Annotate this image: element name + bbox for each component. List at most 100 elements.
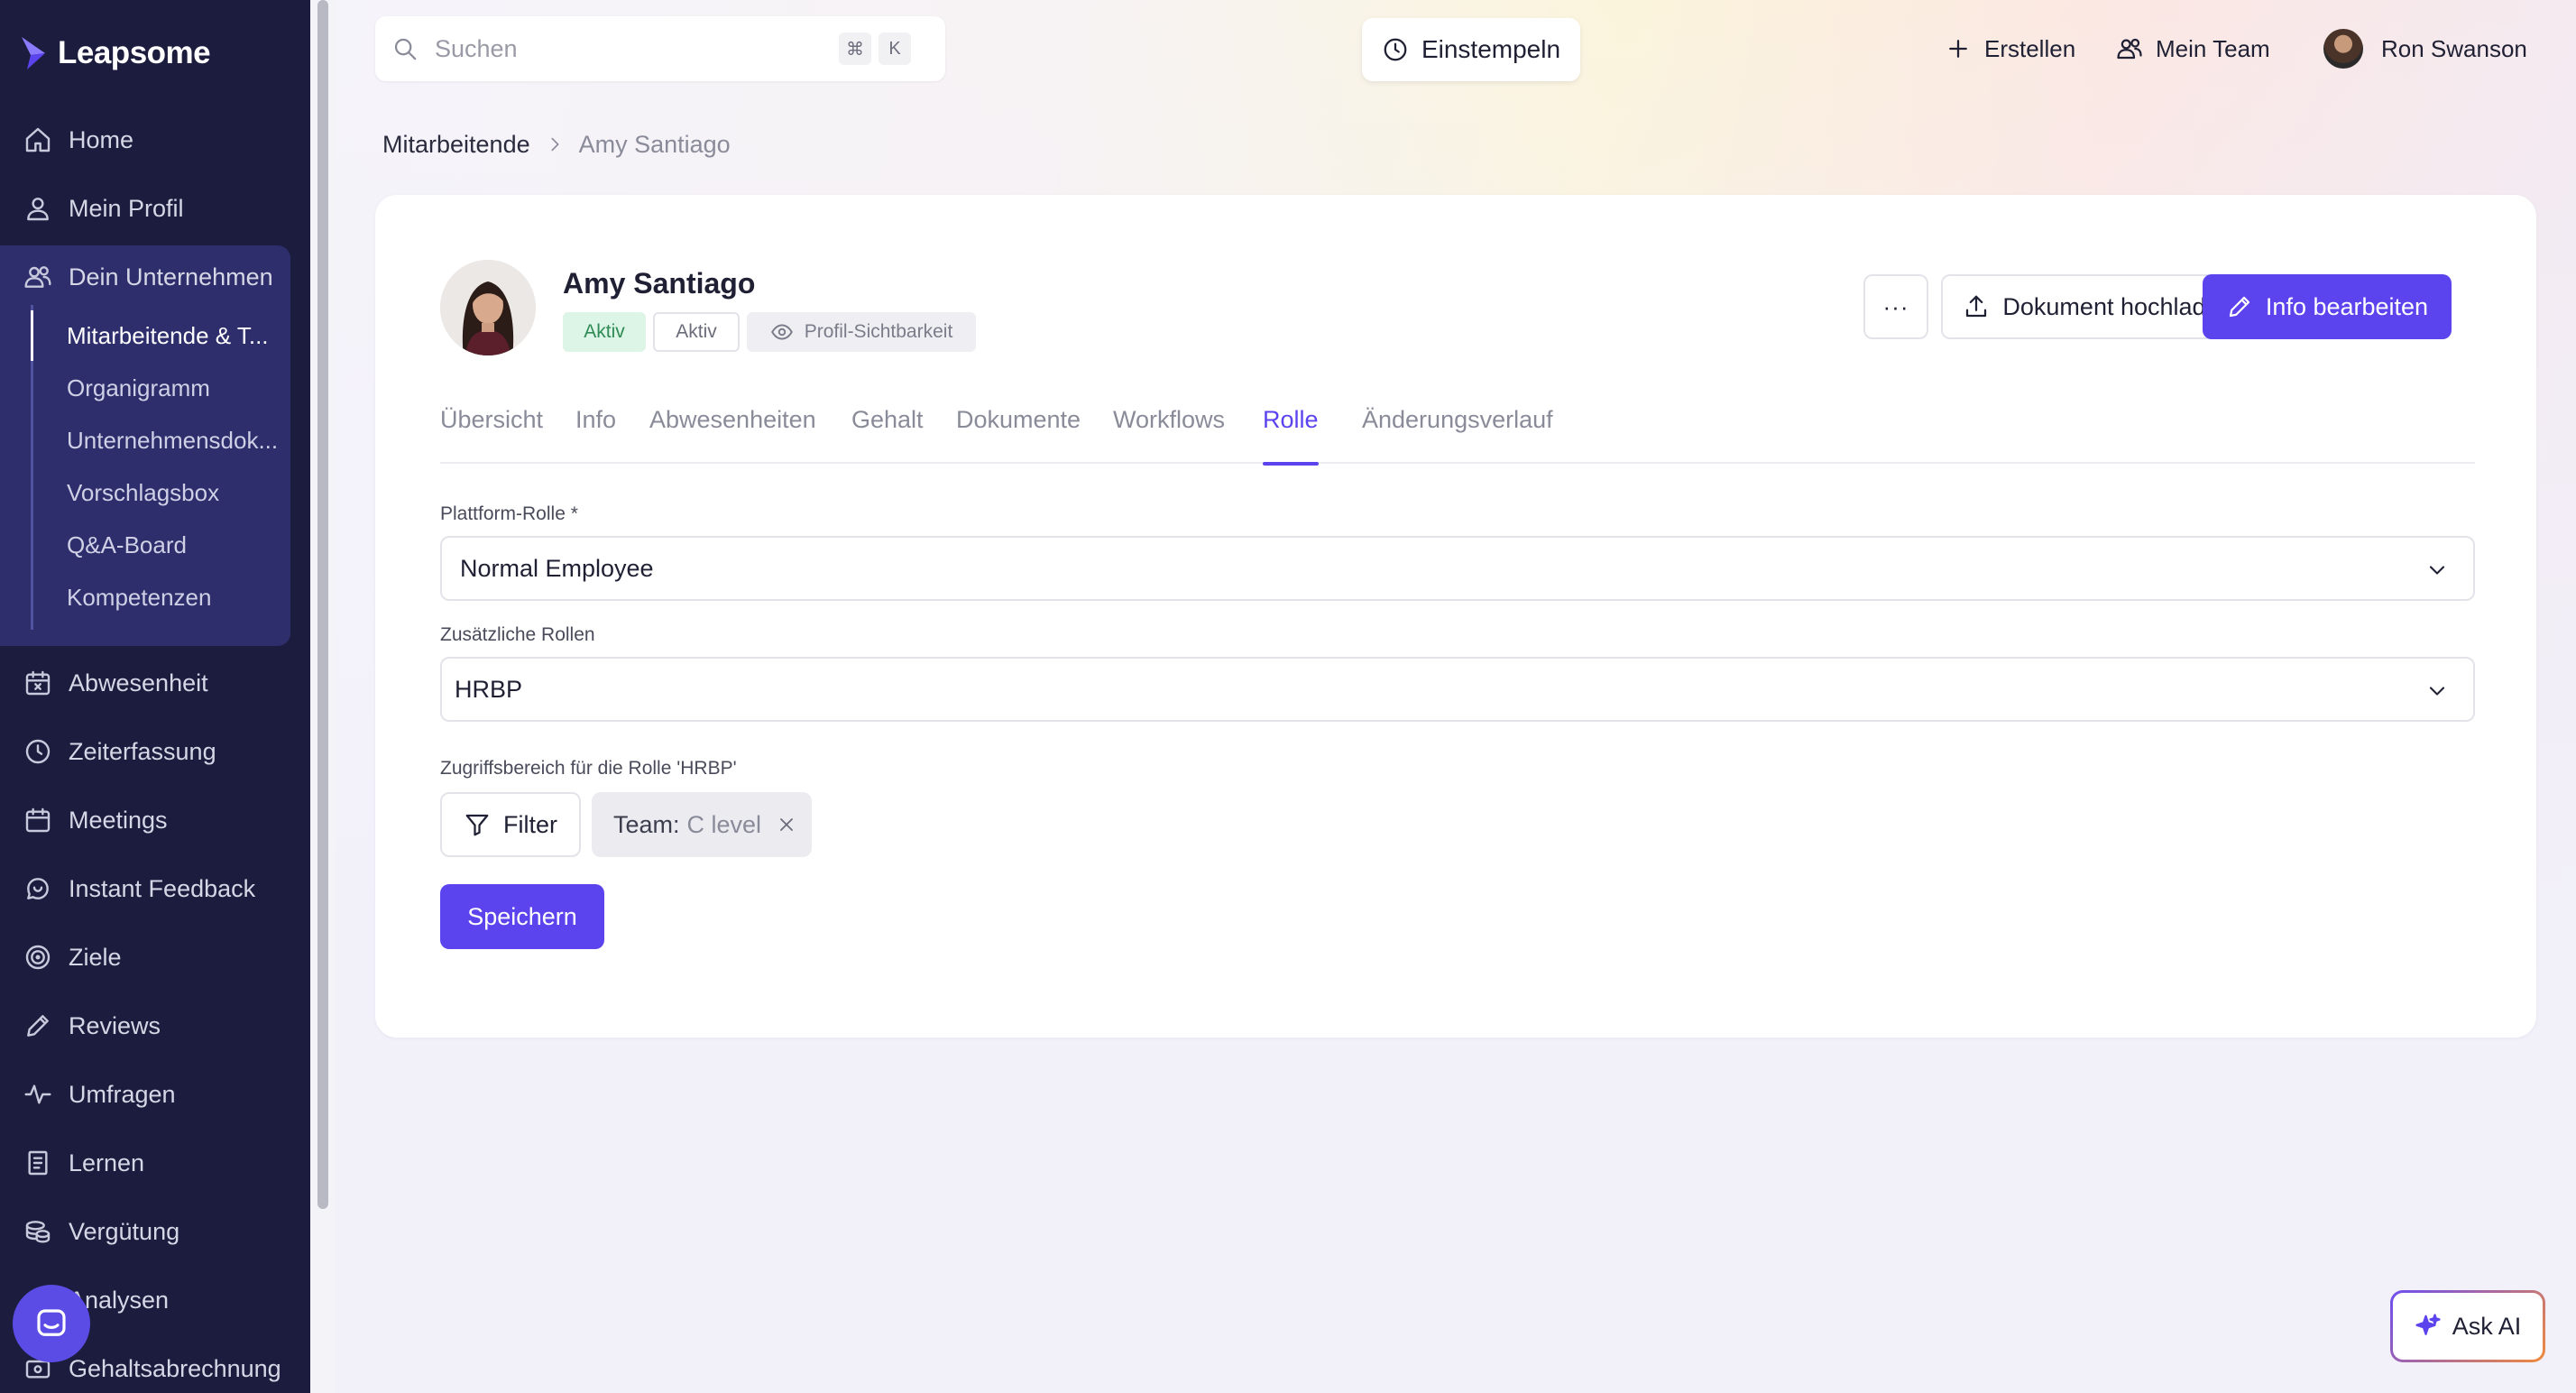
user-icon [23, 194, 52, 223]
sidebar-subitem-organigramm[interactable]: Organigramm [67, 363, 292, 413]
pencil-icon [23, 1011, 52, 1040]
pulse-icon [23, 1080, 52, 1109]
sidebar-item-label: Lernen [69, 1149, 145, 1176]
sidebar-scrollbar-thumb[interactable] [317, 0, 328, 1209]
profile-visibility-badge[interactable]: Profil-Sichtbarkeit [747, 312, 976, 352]
sidebar-item-label: Reviews [69, 1011, 161, 1039]
brand-name: Leapsome [58, 35, 211, 70]
sidebar-item-label: Abwesenheit [69, 669, 208, 696]
shortcut-mod-key: ⌘ [839, 32, 871, 65]
create-label: Erstellen [1984, 34, 2076, 62]
sidebar-item-verguetung[interactable]: Vergütung [0, 1200, 310, 1263]
sidebar-item-abwesenheit[interactable]: Abwesenheit [0, 651, 310, 715]
sidebar-item-label: Dein Unternehmen [69, 263, 273, 291]
clock-icon [1382, 36, 1409, 63]
sidebar-item-label: Umfragen [69, 1080, 176, 1108]
tab-dokumente[interactable]: Dokumente [956, 401, 1081, 464]
clock-icon [23, 737, 52, 766]
profile-avatar [440, 260, 536, 355]
platform-role-select[interactable]: Normal Employee [440, 536, 2475, 601]
search-bar[interactable]: ⌘ K [375, 16, 945, 81]
tab-gehalt[interactable]: Gehalt [851, 401, 924, 464]
status-badge-active: Aktiv [563, 312, 646, 352]
breadcrumb-current: Amy Santiago [578, 130, 731, 158]
team-icon [2116, 35, 2143, 62]
sidebar-item-lernen[interactable]: Lernen [0, 1131, 310, 1195]
filter-label: Filter [503, 810, 557, 838]
platform-role-label: Plattform-Rolle * [440, 503, 578, 524]
sidebar: Leapsome Home Mein Profil Dein Unternehm… [0, 0, 310, 1393]
search-input[interactable] [435, 34, 832, 63]
platform-role-value: Normal Employee [460, 554, 654, 582]
sidebar-item-instant-feedback[interactable]: Instant Feedback [0, 857, 310, 920]
sidebar-item-label: Zeiterfassung [69, 737, 216, 765]
users-icon [23, 263, 52, 291]
save-button[interactable]: Speichern [440, 884, 604, 949]
tab-rolle[interactable]: Rolle [1263, 401, 1319, 466]
sidebar-item-zeiterfassung[interactable]: Zeiterfassung [0, 720, 310, 783]
profile-name: Amy Santiago [563, 267, 756, 300]
additional-roles-select[interactable]: HRBP [440, 657, 2475, 722]
user-name: Ron Swanson [2381, 34, 2527, 62]
chip-key: Team: [613, 810, 680, 838]
search-icon [391, 35, 419, 62]
sidebar-subitem-unternehmensdokumente[interactable]: Unternehmensdok... [67, 415, 292, 466]
profile-tabs: Übersicht Info Abwesenheiten Gehalt Doku… [440, 401, 2475, 466]
support-chat-button[interactable] [13, 1285, 90, 1362]
my-team-button[interactable]: Mein Team [2116, 23, 2270, 74]
my-team-label: Mein Team [2156, 34, 2270, 62]
tab-workflows[interactable]: Workflows [1113, 401, 1225, 464]
sidebar-item-meetings[interactable]: Meetings [0, 789, 310, 852]
book-icon [23, 1149, 52, 1177]
upload-icon [1963, 293, 1990, 320]
sidebar-subitem-qa-board[interactable]: Q&A-Board [67, 520, 292, 570]
create-button[interactable]: Erstellen [1945, 23, 2075, 74]
visibility-label: Profil-Sichtbarkeit [804, 321, 953, 342]
tab-aenderungsverlauf[interactable]: Änderungsverlauf [1362, 401, 1553, 464]
plus-icon [1945, 35, 1972, 62]
chevron-right-icon [545, 134, 565, 154]
sidebar-subitem-kompetenzen[interactable]: Kompetenzen [67, 572, 292, 623]
tab-abwesenheiten[interactable]: Abwesenheiten [649, 401, 816, 464]
sidebar-item-home[interactable]: Home [0, 108, 310, 171]
sidebar-item-label: Ziele [69, 943, 122, 971]
target-icon [23, 943, 52, 972]
team-filter-chip: Team: C level [592, 792, 812, 857]
sidebar-subitem-vorschlagsbox[interactable]: Vorschlagsbox [67, 467, 292, 518]
sidebar-item-umfragen[interactable]: Umfragen [0, 1063, 310, 1126]
more-options-button[interactable]: ··· [1863, 274, 1928, 339]
sidebar-item-reviews[interactable]: Reviews [0, 994, 310, 1057]
breadcrumb: Mitarbeitende Amy Santiago [382, 126, 731, 162]
pencil-icon [2226, 293, 2253, 320]
status-badge-outline: Aktiv [653, 312, 740, 352]
sidebar-subitem-mitarbeitende[interactable]: Mitarbeitende & T... [67, 310, 292, 361]
user-avatar [2323, 29, 2363, 69]
sidebar-item-ziele[interactable]: Ziele [0, 926, 310, 989]
edit-info-label: Info bearbeiten [2265, 292, 2429, 320]
main-area: ⌘ K Einstempeln Erstellen Mein Team Ron … [336, 0, 2576, 1393]
additional-roles-label: Zusätzliche Rollen [440, 624, 595, 645]
clock-in-label: Einstempeln [1421, 35, 1561, 63]
leapsome-logo-icon [18, 33, 52, 73]
additional-roles-value: HRBP [455, 675, 523, 703]
sidebar-item-dein-unternehmen[interactable]: Dein Unternehmen [0, 245, 310, 309]
ask-ai-button[interactable]: Ask AI [2390, 1290, 2545, 1362]
user-menu[interactable]: Ron Swanson [2323, 23, 2527, 74]
shortcut-k-key: K [879, 32, 911, 65]
close-icon[interactable] [776, 814, 797, 835]
tab-uebersicht[interactable]: Übersicht [440, 401, 543, 464]
leapsome-logo[interactable]: Leapsome [18, 31, 211, 76]
scope-label: Zugriffsbereich für die Rolle 'HRBP' [440, 758, 737, 779]
submenu-active-indicator [31, 310, 33, 361]
breadcrumb-parent-link[interactable]: Mitarbeitende [382, 131, 530, 159]
tab-info[interactable]: Info [575, 401, 616, 464]
calendar-x-icon [23, 669, 52, 697]
sparkle-icon [2415, 1313, 2442, 1340]
chevron-down-icon [2424, 678, 2450, 704]
clock-in-button[interactable]: Einstempeln [1362, 18, 1580, 81]
sidebar-item-mein-profil[interactable]: Mein Profil [0, 177, 310, 240]
edit-info-button[interactable]: Info bearbeiten [2203, 274, 2452, 339]
sidebar-item-label: Home [69, 125, 134, 153]
filter-button[interactable]: Filter [440, 792, 581, 857]
eye-icon [770, 320, 794, 344]
